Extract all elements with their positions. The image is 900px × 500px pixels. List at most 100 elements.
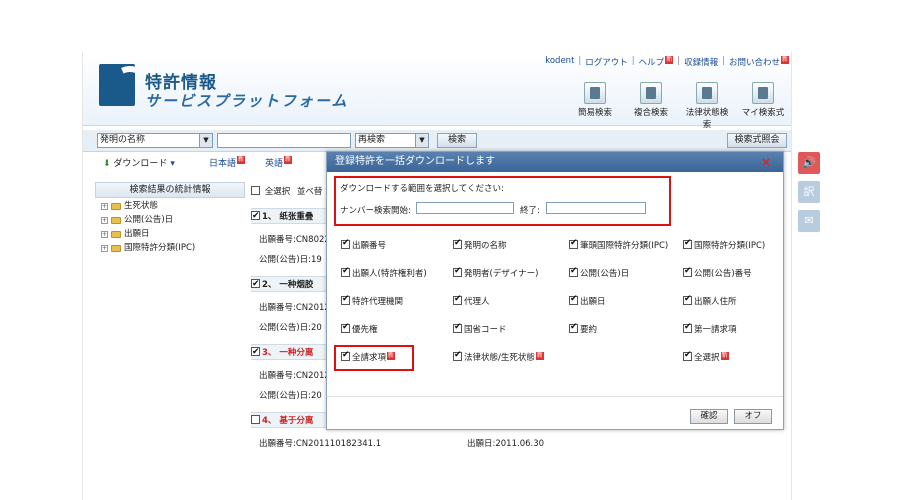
result-checkbox[interactable] (251, 415, 260, 424)
sort-link[interactable]: 並べ替 (297, 187, 323, 197)
logo-icon (99, 64, 135, 106)
logout-link[interactable]: ログアウト (585, 56, 628, 68)
top-links: kodent | ログアウト | ヘルプ新 | 収録情報 | お問い合わせ新 (545, 56, 789, 68)
checkbox[interactable] (341, 293, 350, 305)
separator: | (722, 56, 725, 66)
field-applicant[interactable]: 出願人(特許権利者) (341, 265, 427, 280)
select-all-checkbox[interactable] (251, 186, 260, 195)
field-first-claim[interactable]: 第一請求項 (683, 321, 737, 336)
checkbox[interactable] (683, 293, 692, 305)
field-invention-title[interactable]: 発明の名称 (453, 237, 507, 252)
checkbox[interactable] (683, 265, 692, 277)
range-end-input[interactable] (546, 202, 646, 214)
expand-icon[interactable]: + (101, 216, 108, 224)
result-pub-date: 公開(公告)日:20 (259, 391, 322, 401)
legal-status-search-button[interactable]: 法律状態検索 (683, 82, 731, 130)
checkbox[interactable] (453, 293, 462, 305)
result-checkbox[interactable] (251, 208, 260, 224)
field-publication-number[interactable]: 公開(公告)番号 (683, 265, 752, 280)
field-applicant-address[interactable]: 出願人住所 (683, 293, 737, 308)
checkbox[interactable] (569, 265, 578, 277)
expand-icon[interactable]: + (101, 202, 108, 210)
result-row-title[interactable]: 2、 一种烟胶 (251, 276, 331, 292)
help-link[interactable]: ヘルプ新 (639, 56, 674, 68)
contact-link[interactable]: お問い合わせ新 (729, 56, 789, 68)
field-priority[interactable]: 優先権 (341, 321, 378, 336)
chevron-down-icon[interactable]: ▼ (415, 134, 428, 147)
range-start-label: ナンバー検索開始: (340, 206, 411, 216)
field-select-all[interactable]: 全選択新 (683, 349, 729, 364)
checkbox[interactable] (569, 321, 578, 333)
field-select[interactable]: 発明の名称 ▼ (97, 133, 213, 148)
new-badge: 新 (720, 352, 729, 360)
search-formula-button[interactable]: 検索式照会 (727, 133, 787, 148)
checkbox[interactable] (453, 237, 462, 249)
side-toolbar: 🔊 訳 ✉ (798, 152, 820, 239)
result-checkbox[interactable] (251, 344, 260, 360)
field-ipc[interactable]: 国際特許分類(IPC) (683, 237, 765, 252)
checkbox[interactable] (453, 321, 462, 333)
tree-item-ipc[interactable]: + 国際特許分類(IPC) (95, 242, 245, 254)
translate-icon[interactable]: 訳 (798, 181, 820, 203)
header: 特許情報 サービスプラットフォーム kodent | ログアウト | ヘルプ新 … (83, 52, 791, 130)
result-row-title[interactable]: 3、 一种分离 (251, 344, 331, 360)
new-badge: 新 (535, 352, 544, 360)
checkbox[interactable] (683, 349, 692, 361)
tree-item-application-date[interactable]: + 出願日 (95, 228, 245, 240)
english-link[interactable]: 英語新 (265, 156, 293, 169)
field-main-ipc[interactable]: 筆頭国際特許分類(IPC) (569, 237, 668, 252)
user-link[interactable]: kodent (545, 56, 574, 68)
field-application-date[interactable]: 出願日 (569, 293, 606, 308)
chevron-down-icon[interactable]: ▼ (199, 134, 212, 147)
result-row-title[interactable]: 1、 纸张重叠 (251, 208, 331, 224)
search-input[interactable] (217, 133, 351, 148)
new-badge: 新 (780, 56, 789, 64)
checkbox[interactable] (569, 237, 578, 249)
field-inventor[interactable]: 発明者(デザイナー) (453, 265, 538, 280)
expand-icon[interactable]: + (101, 244, 108, 252)
checkbox[interactable] (453, 349, 462, 361)
simple-search-button[interactable]: 簡易検索 (571, 82, 619, 130)
checkbox[interactable] (341, 321, 350, 333)
caret-down-icon: ▾ (170, 159, 175, 169)
expand-icon[interactable]: + (101, 230, 108, 238)
field-publication-date[interactable]: 公開(公告)日 (569, 265, 629, 280)
confirm-button[interactable]: 確認 (690, 409, 728, 424)
mail-icon[interactable]: ✉ (798, 210, 820, 232)
complex-search-button[interactable]: 複合検索 (627, 82, 675, 130)
checkbox[interactable] (341, 237, 350, 249)
field-country-code[interactable]: 国省コード (453, 321, 507, 336)
mode-select[interactable]: 再検索 ▼ (355, 133, 429, 148)
field-application-number[interactable]: 出願番号 (341, 237, 386, 252)
checkbox[interactable] (341, 349, 350, 361)
download-menu[interactable]: ⬇ ダウンロード ▾ (103, 156, 175, 169)
close-icon[interactable]: × (759, 155, 773, 169)
result-app-no: 出願番号:CN201110182341.1 (259, 439, 382, 449)
folder-icon (111, 202, 121, 210)
result-checkbox[interactable] (251, 276, 260, 292)
field-all-claims[interactable]: 全請求項新 (341, 349, 396, 364)
search-button[interactable]: 検索 (437, 133, 477, 148)
download-icon: ⬇ (103, 159, 111, 169)
field-patent-agency[interactable]: 特許代理機関 (341, 293, 403, 308)
my-search-formula-button[interactable]: マイ検索式 (739, 82, 787, 130)
checkbox[interactable] (341, 265, 350, 277)
result-row-title[interactable]: 4、 基于分离 (251, 412, 331, 428)
checkbox[interactable] (683, 321, 692, 333)
japanese-link[interactable]: 日本語新 (209, 156, 246, 169)
tree-item-life-status[interactable]: + 生死状態 (95, 200, 245, 212)
result-pub-date: 公開(公告)日:19 (259, 255, 322, 265)
field-agent[interactable]: 代理人 (453, 293, 490, 308)
speaker-icon[interactable]: 🔊 (798, 152, 820, 174)
off-button[interactable]: オフ (734, 409, 772, 424)
checkbox[interactable] (453, 265, 462, 277)
field-legal-status[interactable]: 法律状態/生死状態新 (453, 349, 544, 364)
result-pub-date: 公開(公告)日:20 (259, 323, 322, 333)
tree-item-publication-date[interactable]: + 公開(公告)日 (95, 214, 245, 226)
field-abstract[interactable]: 要約 (569, 321, 597, 336)
checkbox[interactable] (569, 293, 578, 305)
stats-header: 検索結果の統計情報 (95, 182, 245, 198)
range-start-input[interactable] (416, 202, 514, 214)
collection-info-link[interactable]: 収録情報 (684, 56, 718, 68)
checkbox[interactable] (683, 237, 692, 249)
